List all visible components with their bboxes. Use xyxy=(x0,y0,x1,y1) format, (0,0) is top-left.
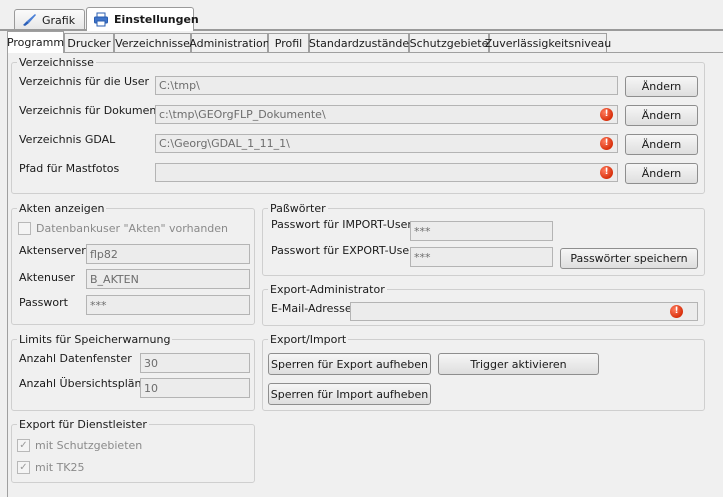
aktenserver-field[interactable]: flp82 xyxy=(86,244,250,264)
change-mastfotos-path-label: Ändern xyxy=(641,167,682,180)
subtab-zuverlaessigkeitsniveau-label: Zuverlässigkeitsniveau xyxy=(484,36,612,50)
subtab-profil[interactable]: Profil xyxy=(268,33,309,52)
subtab-zuverlaessigkeitsniveau[interactable]: Zuverlässigkeitsniveau xyxy=(485,33,611,52)
unlock-import-button[interactable]: Sperren für Import aufheben xyxy=(268,383,431,405)
tab-einstellungen-label: Einstellungen xyxy=(114,13,199,26)
verzeichnis-dokumente-label: Verzeichnis für Dokumente xyxy=(19,104,168,117)
activate-trigger-label: Trigger aktivieren xyxy=(470,357,567,371)
change-mastfotos-path-button[interactable]: Ändern xyxy=(625,163,698,184)
error-icon: ! xyxy=(600,166,613,179)
akten-db-user-label: Datenbankuser "Akten" vorhanden xyxy=(36,222,229,235)
aktenserver-label: Aktenserver xyxy=(19,244,86,257)
change-user-dir-button[interactable]: Ändern xyxy=(625,76,698,97)
verzeichnis-gdal-field[interactable]: C:\Georg\GDAL_1_11_1\ xyxy=(155,134,618,153)
email-label: E-Mail-Adresse xyxy=(271,302,352,315)
datenfenster-value: 30 xyxy=(144,356,158,370)
akten-passwort-field[interactable]: *** xyxy=(86,295,250,315)
schutzgebiete-checkbox[interactable]: ✓ xyxy=(17,439,30,452)
export-admin-title: Export-Administrator xyxy=(270,283,385,296)
subtab-drucker[interactable]: Drucker xyxy=(64,33,114,52)
uebersichtsplaene-label: Anzahl Übersichtspläne xyxy=(19,377,149,390)
verzeichnis-dokumente-value: c:\tmp\GEOrgFLP_Dokumente\ xyxy=(159,108,326,121)
akten-passwort-value: *** xyxy=(90,298,107,312)
unlock-export-button[interactable]: Sperren für Export aufheben xyxy=(268,353,431,375)
verzeichnis-dokumente-field[interactable]: c:\tmp\GEOrgFLP_Dokumente\ xyxy=(155,105,618,124)
activate-trigger-button[interactable]: Trigger aktivieren xyxy=(438,353,599,375)
subtab-profil-label: Profil xyxy=(274,36,303,50)
email-field[interactable] xyxy=(350,302,698,321)
pfad-mastfotos-label: Pfad für Mastfotos xyxy=(19,162,120,175)
verzeichnis-user-value: C:\tmp\ xyxy=(159,79,200,92)
tab-grafik[interactable]: Grafik xyxy=(14,9,85,30)
subtab-drucker-label: Drucker xyxy=(67,36,111,50)
tk25-option-label: mit TK25 xyxy=(35,461,85,474)
unlock-import-label: Sperren für Import aufheben xyxy=(270,387,429,401)
akten-title: Akten anzeigen xyxy=(19,202,105,215)
tab-grafik-label: Grafik xyxy=(42,13,76,27)
subtab-programm[interactable]: Programm xyxy=(7,31,64,53)
pfad-mastfotos-field[interactable] xyxy=(155,163,618,182)
tk25-checkbox[interactable]: ✓ xyxy=(17,461,30,474)
akten-passwort-label: Passwort xyxy=(19,296,68,309)
change-gdal-dir-button[interactable]: Ändern xyxy=(625,134,698,155)
aktenserver-value: flp82 xyxy=(90,247,118,261)
subtab-schutzgebiete[interactable]: Schutzgebiete xyxy=(409,33,489,52)
datenfenster-label: Anzahl Datenfenster xyxy=(19,352,132,365)
change-documents-dir-label: Ändern xyxy=(641,109,682,122)
uebersichtsplaene-value: 10 xyxy=(144,381,158,395)
change-documents-dir-button[interactable]: Ändern xyxy=(625,105,698,126)
subtab-verzeichnisse[interactable]: Verzeichnisse xyxy=(114,33,191,52)
change-user-dir-label: Ändern xyxy=(641,80,682,93)
export-passwort-label: Passwort für EXPORT-User xyxy=(271,244,414,257)
subtab-standardzustaende-label: Standardzustände xyxy=(308,36,410,50)
aktenuser-field[interactable]: B_AKTEN xyxy=(86,269,250,289)
unlock-export-label: Sperren für Export aufheben xyxy=(271,357,428,371)
printer-icon xyxy=(93,12,109,27)
verzeichnis-gdal-label: Verzeichnis GDAL xyxy=(19,133,116,146)
verzeichnis-gdal-value: C:\Georg\GDAL_1_11_1\ xyxy=(159,137,290,150)
dienstleister-title: Export für Dienstleister xyxy=(19,418,147,431)
save-passwords-label: Passwörter speichern xyxy=(570,252,688,265)
aktenuser-value: B_AKTEN xyxy=(90,272,139,286)
error-icon: ! xyxy=(600,108,613,121)
verzeichnis-user-field[interactable]: C:\tmp\ xyxy=(155,76,618,95)
import-passwort-field[interactable]: *** xyxy=(410,221,553,241)
verzeichnisse-title: Verzeichnisse xyxy=(19,56,94,69)
export-import-title: Export/Import xyxy=(270,333,347,346)
schutzgebiete-option-label: mit Schutzgebieten xyxy=(35,439,143,452)
export-passwort-value: *** xyxy=(414,250,431,264)
error-icon: ! xyxy=(600,137,613,150)
passwoerter-title: Paßwörter xyxy=(270,202,326,215)
subtab-programm-label: Programm xyxy=(6,36,65,49)
export-passwort-field[interactable]: *** xyxy=(410,247,553,267)
uebersichtsplaene-field[interactable]: 10 xyxy=(140,378,250,398)
subtab-standardzustaende[interactable]: Standardzustände xyxy=(309,33,409,52)
brush-icon xyxy=(21,13,37,27)
datenfenster-field[interactable]: 30 xyxy=(140,353,250,373)
akten-db-user-checkbox[interactable] xyxy=(18,222,31,235)
subtab-administration-label: Administration xyxy=(189,36,270,50)
aktenuser-label: Aktenuser xyxy=(19,271,75,284)
change-gdal-dir-label: Ändern xyxy=(641,138,682,151)
import-passwort-label: Passwort für IMPORT-User xyxy=(271,218,412,231)
subtab-schutzgebiete-label: Schutzgebiete xyxy=(409,36,489,50)
subtab-administration[interactable]: Administration xyxy=(189,33,270,52)
subtab-verzeichnisse-label: Verzeichnisse xyxy=(115,36,190,50)
tab-einstellungen[interactable]: Einstellungen xyxy=(86,7,199,31)
save-passwords-button[interactable]: Passwörter speichern xyxy=(560,248,698,269)
error-icon: ! xyxy=(670,305,683,318)
import-passwort-value: *** xyxy=(414,224,431,238)
verzeichnis-user-label: Verzeichnis für die User xyxy=(19,75,150,88)
limits-title: Limits für Speicherwarnung xyxy=(19,333,171,346)
